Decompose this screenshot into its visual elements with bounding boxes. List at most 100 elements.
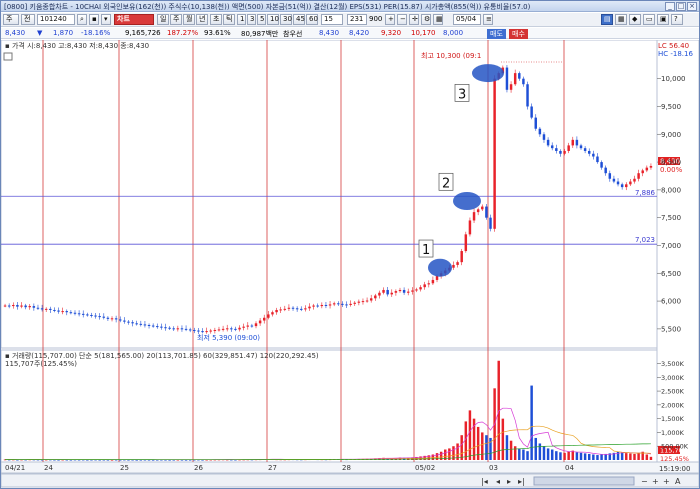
price-change: 1,870	[53, 29, 74, 37]
volume-bar	[526, 451, 529, 460]
candle-body	[394, 291, 398, 293]
minute-45-button[interactable]: 45	[293, 14, 305, 25]
minute-10-button[interactable]: 10	[267, 14, 279, 25]
scroll-thumb[interactable]	[533, 476, 635, 486]
crosshair-icon[interactable]: ✛	[409, 14, 419, 25]
candle-body	[633, 178, 636, 182]
candle-body	[386, 289, 389, 295]
settings-icon[interactable]: ⚙	[421, 14, 431, 25]
minimize-button[interactable]: _	[665, 2, 675, 11]
candle-body	[291, 307, 295, 309]
lock-icon[interactable]: ▪	[89, 14, 99, 25]
candle-body	[61, 311, 64, 313]
calendar-icon[interactable]: ▦	[433, 14, 443, 25]
help-icon[interactable]: ?	[671, 14, 683, 25]
save-icon[interactable]: ▣	[657, 14, 669, 25]
x-axis-label: 05/02	[415, 464, 435, 472]
candle-body	[588, 150, 591, 154]
scroll-last-icon[interactable]: ▸|	[518, 477, 525, 486]
candle-body	[304, 308, 307, 310]
candle-body	[36, 307, 40, 309]
search-icon[interactable]: ⌕	[77, 14, 87, 25]
minute-60-button[interactable]: 60	[306, 14, 318, 25]
minute-3-button[interactable]: 3	[247, 14, 256, 25]
auto-button[interactable]: A	[675, 477, 681, 486]
candle-body	[402, 289, 406, 293]
volume-bar	[542, 446, 546, 460]
panel-menu-icon[interactable]	[3, 52, 13, 61]
candle-body	[485, 206, 488, 218]
period-sec-button[interactable]: 초	[210, 14, 222, 25]
scroll-right-icon[interactable]: ▸	[507, 477, 511, 486]
quote-value-5: 8,000	[443, 29, 464, 37]
current-volume-pct-tag: 125.45%	[660, 455, 689, 463]
period-day-button[interactable]: 일	[157, 14, 169, 25]
pin-icon[interactable]: ◆	[629, 14, 641, 25]
y-tick-label: 7,000	[661, 242, 681, 250]
candle-body	[20, 305, 23, 307]
candle-body	[90, 314, 93, 316]
candle-body	[168, 327, 171, 329]
candle-body	[110, 318, 114, 320]
chart-type-select[interactable]: 주	[3, 14, 19, 25]
zoom-out-button[interactable]: −	[641, 477, 648, 486]
candle-body	[378, 292, 381, 296]
quote-value-3: 9,320	[381, 29, 402, 37]
chart-area[interactable]: 1 2 3 ▪ 가격 시:8,430 고:8,430 저:8,430 종:8,430…	[0, 39, 700, 488]
period-month-button[interactable]: 월	[183, 14, 195, 25]
volume-bar	[637, 452, 640, 460]
y-tick-label: 9,000	[661, 131, 681, 139]
date-input[interactable]: 05/04	[453, 14, 481, 25]
print-icon[interactable]: ▭	[643, 14, 655, 25]
volume-bar	[460, 435, 463, 460]
price-chart[interactable]: 1 2 3 ▪ 가격 시:8,430 고:8,430 저:8,430 종:8,430…	[0, 39, 700, 488]
count-value-input[interactable]: 231	[347, 14, 367, 25]
volume-bar	[464, 421, 468, 460]
buy-button[interactable]: 매수	[509, 29, 528, 39]
minute-1-button[interactable]: 1	[237, 14, 246, 25]
candle-body	[493, 78, 496, 229]
candle-body	[575, 139, 579, 146]
stock-code-input[interactable]: 101240	[37, 14, 75, 25]
candle-body	[205, 331, 208, 333]
close-button[interactable]: ×	[687, 2, 697, 11]
add-button[interactable]: +	[663, 477, 670, 486]
current-pct-tag: 0.00%	[660, 166, 683, 174]
market-select[interactable]: 전	[21, 14, 35, 25]
scroll-left-icon[interactable]: ◂	[496, 477, 500, 486]
chevron-down-icon[interactable]: ▾	[101, 14, 111, 25]
candle-body	[608, 173, 612, 179]
volume-legend: ▪ 거래량(115,707.00) 단순 5(181,565.00) 20(11…	[5, 351, 319, 360]
candle-body	[538, 128, 542, 135]
minute-value-select[interactable]: 15	[321, 14, 343, 25]
volume-bar	[579, 452, 583, 460]
zoom-in-button[interactable]: +	[652, 477, 659, 486]
candle-body	[349, 303, 352, 305]
candle-body	[287, 307, 291, 309]
scroll-first-icon[interactable]: |◂	[481, 477, 488, 486]
sell-button[interactable]: 매도	[487, 29, 506, 39]
chart-button[interactable]: 차트	[114, 14, 154, 25]
maximize-button[interactable]: □	[676, 2, 686, 11]
candle-body	[16, 304, 19, 307]
list-icon[interactable]: ≡	[483, 14, 493, 25]
minute-5-button[interactable]: 5	[257, 14, 266, 25]
minute-30-button[interactable]: 30	[280, 14, 292, 25]
volume-bar	[629, 453, 632, 460]
trade-amount: 80,987백만	[241, 30, 279, 38]
quote-value-4: 10,170	[411, 29, 436, 37]
candle-body	[197, 330, 200, 332]
zoom-in-icon[interactable]: +	[385, 14, 395, 25]
zoom-out-icon[interactable]: −	[397, 14, 407, 25]
layout-icon[interactable]: ▤	[601, 14, 613, 25]
period-tick-button[interactable]: 틱	[223, 14, 235, 25]
candle-body	[308, 306, 311, 309]
candle-body	[209, 330, 212, 332]
period-year-button[interactable]: 년	[196, 14, 208, 25]
grid-icon[interactable]: ▦	[615, 14, 627, 25]
candle-body	[164, 327, 167, 329]
candle-body	[332, 303, 336, 305]
period-week-button[interactable]: 주	[170, 14, 182, 25]
x-axis-label: 24	[44, 464, 53, 472]
toolbar: 주 전 101240 ⌕ ▪ ▾ 차트 일 주 월 년 초 틱 1 3 5 10…	[1, 13, 699, 27]
